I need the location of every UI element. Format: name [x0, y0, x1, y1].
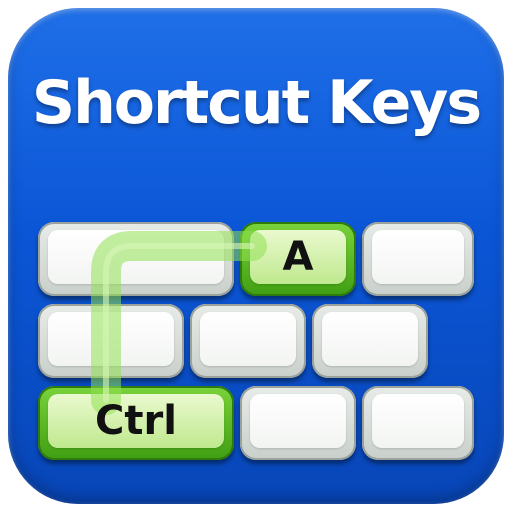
key-blank-r1-c1: [38, 222, 234, 296]
key-blank-r3-c3: [362, 386, 474, 460]
key-a: A: [240, 222, 356, 296]
app-title: Shortcut Keys: [31, 68, 482, 138]
app-icon-tile: Shortcut Keys A Ctrl: [8, 8, 504, 504]
key-ctrl-label: Ctrl: [95, 398, 177, 444]
key-ctrl: Ctrl: [38, 386, 234, 460]
key-blank-r3-c2: [240, 386, 356, 460]
key-blank-r2-c2: [190, 304, 306, 378]
key-blank-r2-c3: [312, 304, 428, 378]
key-blank-r2-c1: [38, 304, 184, 378]
key-blank-r1-c3: [362, 222, 474, 296]
key-a-label: A: [282, 234, 314, 280]
